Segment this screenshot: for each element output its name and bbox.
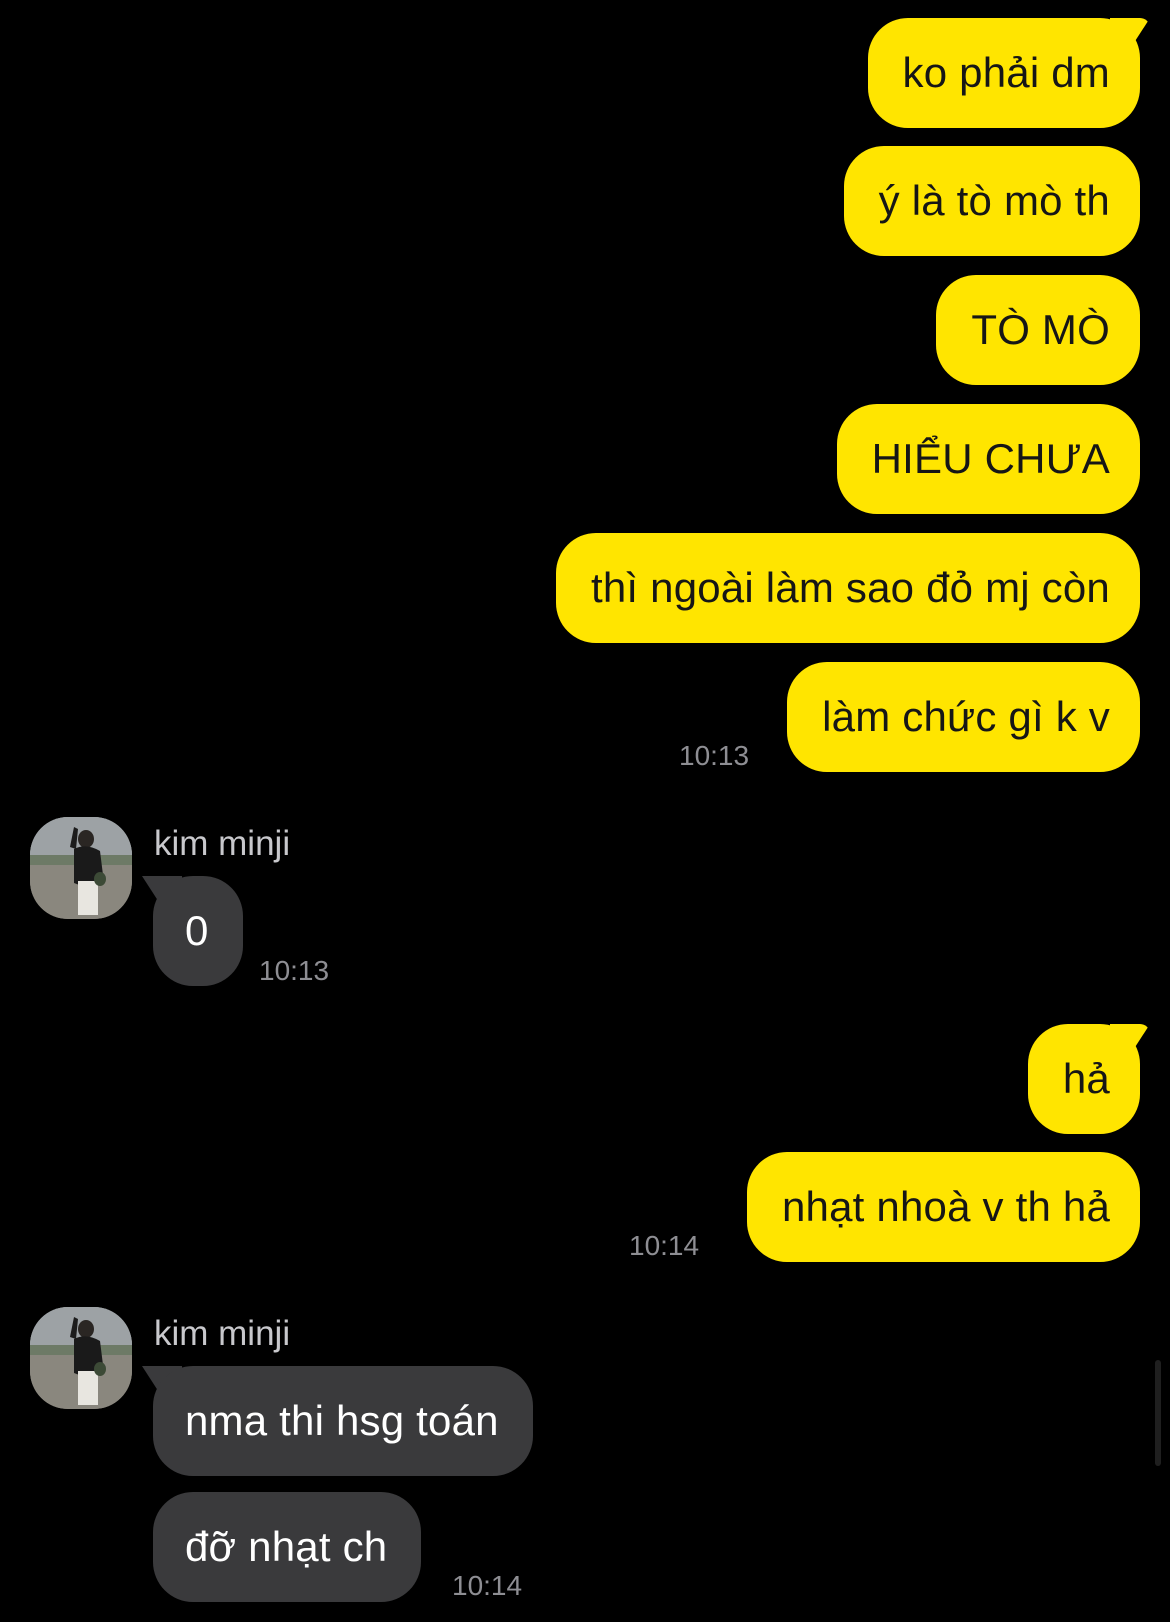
message-timestamp: 10:14 [629, 1230, 700, 1261]
outgoing-message[interactable]: nhạt nhoà v th hả [747, 1152, 1140, 1262]
outgoing-message[interactable]: ko phải dm [867, 18, 1140, 128]
message-timestamp: 10:14 [452, 1570, 523, 1601]
incoming-message[interactable]: đỡ nhạt ch [153, 1492, 422, 1602]
avatar-photo-icon [30, 817, 132, 919]
incoming-message[interactable]: 0 [153, 876, 243, 986]
chat-thread[interactable]: ko phải dm ý là tò mò th TÒ MÒ HIỂU CHƯA… [0, 0, 1170, 1622]
outgoing-message[interactable]: TÒ MÒ [936, 275, 1140, 385]
sender-name: kim minji [154, 824, 291, 863]
incoming-message[interactable]: nma thi hsg toán [153, 1366, 533, 1476]
avatar-photo-icon [30, 1307, 132, 1409]
message-timestamp: 10:13 [679, 740, 750, 771]
outgoing-message[interactable]: làm chức gì k v [787, 662, 1140, 772]
outgoing-message[interactable]: hả [1027, 1024, 1140, 1134]
outgoing-message[interactable]: thì ngoài làm sao đỏ mj còn [555, 533, 1140, 643]
sender-avatar[interactable] [30, 1307, 132, 1409]
outgoing-message[interactable]: HIỂU CHƯA [836, 404, 1140, 514]
message-timestamp: 10:13 [259, 955, 330, 986]
scroll-indicator[interactable] [1155, 1360, 1161, 1466]
sender-name: kim minji [154, 1314, 291, 1353]
outgoing-message[interactable]: ý là tò mò th [843, 146, 1140, 256]
sender-avatar[interactable] [30, 817, 132, 919]
